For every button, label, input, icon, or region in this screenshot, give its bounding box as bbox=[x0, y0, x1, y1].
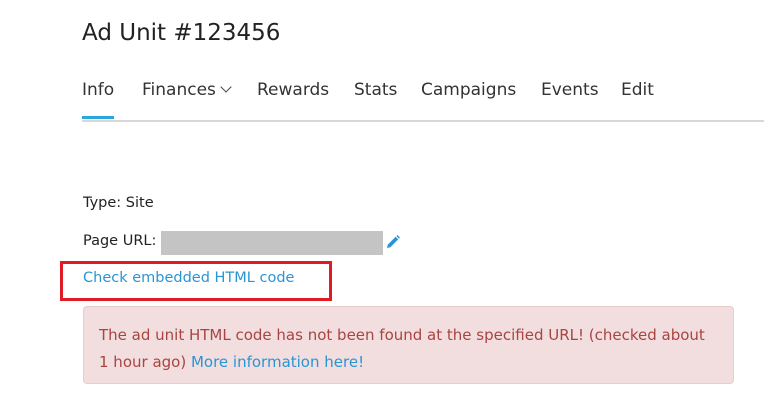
tab-events[interactable]: Events bbox=[541, 80, 599, 100]
ad-unit-page: Ad Unit #123456 Info Finances Rewards St… bbox=[0, 0, 764, 409]
page-title: Ad Unit #123456 bbox=[82, 20, 281, 46]
chevron-down-icon bbox=[220, 81, 232, 93]
tab-info-label: Info bbox=[82, 80, 115, 100]
tab-info[interactable]: Info bbox=[82, 80, 115, 119]
tab-campaigns[interactable]: Campaigns bbox=[421, 80, 516, 100]
page-url-label: Page URL: bbox=[83, 233, 157, 249]
tab-campaigns-label: Campaigns bbox=[421, 80, 517, 100]
pencil-icon[interactable] bbox=[385, 234, 401, 250]
alert-danger: The ad unit HTML code has not been found… bbox=[83, 306, 734, 384]
tab-rewards[interactable]: Rewards bbox=[257, 80, 329, 100]
alert-message: The ad unit HTML code has not been found… bbox=[99, 326, 705, 371]
tab-bar: Info Finances Rewards Stats Campaigns Ev… bbox=[82, 78, 764, 122]
page-url-redacted bbox=[161, 231, 383, 255]
tab-finances-label: Finances bbox=[142, 80, 216, 100]
more-information-link[interactable]: More information here! bbox=[191, 353, 364, 371]
tab-events-label: Events bbox=[541, 80, 599, 100]
tab-edit[interactable]: Edit bbox=[621, 80, 654, 100]
type-label: Type: Site bbox=[83, 195, 154, 211]
tab-finances[interactable]: Finances bbox=[142, 80, 232, 100]
tab-edit-label: Edit bbox=[621, 80, 654, 100]
tab-stats-label: Stats bbox=[354, 80, 398, 100]
tab-rewards-label: Rewards bbox=[257, 80, 330, 100]
check-embedded-html-link[interactable]: Check embedded HTML code bbox=[83, 270, 294, 286]
tab-stats[interactable]: Stats bbox=[354, 80, 397, 100]
